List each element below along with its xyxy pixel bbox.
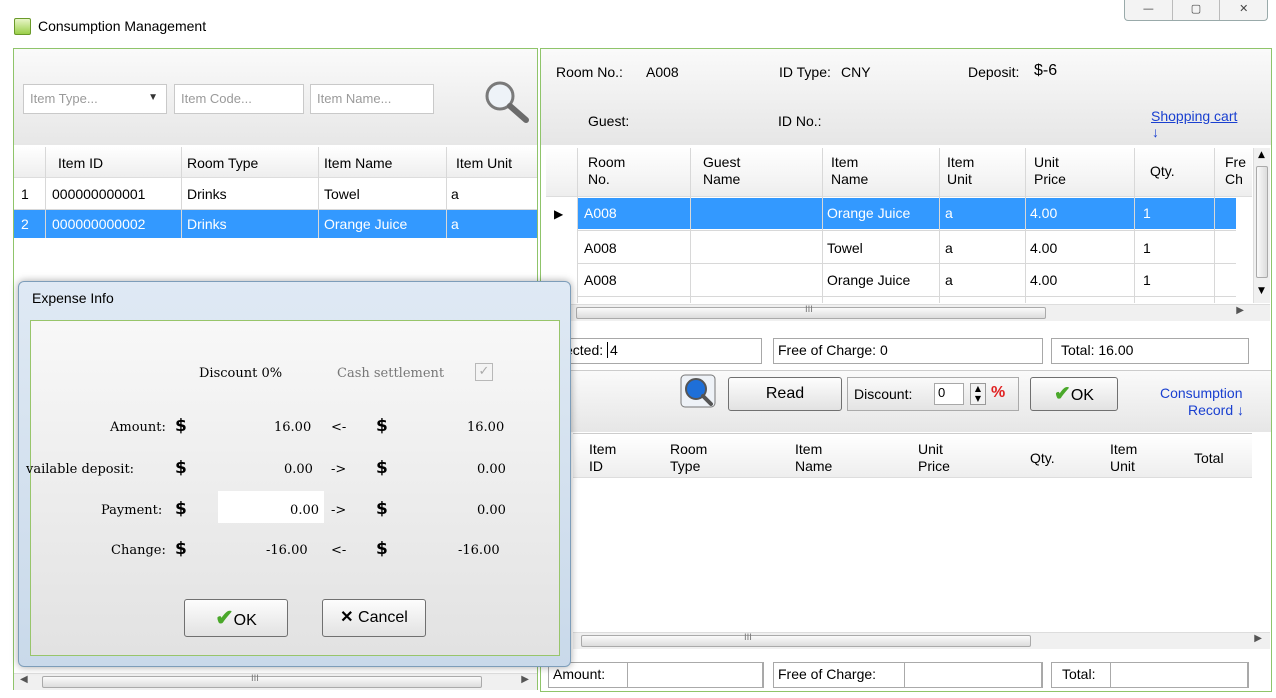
payment-input[interactable]: 0.00 [218,491,324,523]
search-icon[interactable] [482,78,530,124]
table-row[interactable]: 1 000000000001 Drinks Towel a [14,179,537,209]
cart-grid-vscrollbar[interactable]: ▲ ▼ [1253,148,1270,303]
arrow-down-icon: ↓ [1152,124,1159,140]
cash-settlement-checkbox[interactable]: ✓ [475,363,493,381]
scroll-up-icon[interactable]: ▲ [1258,150,1265,160]
room-value: A008 [646,64,679,80]
scroll-right-icon[interactable]: ▶ [1254,633,1262,644]
maximize-icon[interactable]: ▢ [1173,0,1221,20]
col-item-name[interactable]: Item Name [795,441,832,475]
col-item-unit[interactable]: Item Unit [456,155,512,171]
col-room-type[interactable]: Room Type [670,441,707,475]
scroll-down-icon[interactable]: ▼ [1258,286,1265,296]
chevron-down-icon: ▼ [148,92,158,103]
col-item-id[interactable]: Item ID [58,155,103,171]
discount-label: Discount: [854,386,913,402]
table-row[interactable]: A008 Orange Juice a 4.00 1 [577,198,1236,229]
amount-field: Amount: [548,662,764,688]
window-controls: — ▢ ✕ [1124,0,1268,21]
id-type-label: ID Type: [779,64,831,80]
deposit-label: Deposit: [968,64,1020,80]
scroll-left-icon[interactable]: ◀ [20,674,28,685]
id-type-value: CNY [841,64,871,80]
scroll-thumb[interactable]: III [42,674,482,688]
col-qty[interactable]: Qty. [1030,450,1055,466]
table-row[interactable]: A008 Towel a 4.00 1 [577,232,1236,263]
payment-label: Payment: [101,503,163,518]
discount-input[interactable]: 0 [934,383,964,405]
item-grid-hscrollbar[interactable]: ◀ III ▶ [14,673,537,690]
change-converted: -16.00 [458,543,500,558]
scroll-thumb[interactable]: III [576,305,1046,319]
close-icon[interactable]: ✕ [1220,0,1267,20]
cart-grid-hscrollbar[interactable]: III ▶ [546,304,1270,321]
discount-spinner[interactable]: ▲ ▼ [970,383,986,405]
change-value: -16.00 [266,543,308,558]
room-label: Room No.: [556,64,623,80]
cart-total-field: Total: 16.00 [1051,338,1249,364]
ok-button[interactable]: ✔OK [1030,377,1118,411]
search-icon[interactable] [680,374,716,408]
app-icon [14,18,31,35]
cart-grid-header [546,148,1252,197]
change-label: Change: [111,543,166,558]
col-total[interactable]: Total [1194,450,1224,466]
dialog-title: Expense Info [32,290,114,306]
col-unit-price[interactable]: Unit Price [1034,154,1066,188]
col-item-unit[interactable]: Item Unit [947,154,974,188]
id-no-label: ID No.: [778,113,822,129]
dialog-ok-button[interactable]: ✔OK [184,599,288,637]
col-room-no[interactable]: Room No. [588,154,625,188]
checkmark-icon: ✔ [1054,383,1071,405]
shopping-cart-link[interactable]: Shopping cart [1151,108,1237,124]
amount-converted: 16.00 [467,420,505,435]
table-row[interactable]: 2 000000000002 Drinks Orange Juice a [14,210,537,238]
discount-text: Discount 0% [199,366,283,381]
col-item-name[interactable]: Item Name [324,155,392,171]
free-of-charge-field: Free of Charge: 0 [773,338,1043,364]
col-item-unit[interactable]: Item Unit [1110,441,1137,475]
payment-converted: 0.00 [477,503,506,518]
consumption-record-link[interactable]: Consumption [1160,385,1243,401]
read-button[interactable]: Read [728,377,842,411]
scroll-thumb[interactable] [1256,166,1268,278]
col-free-charge[interactable]: Fre Ch [1225,154,1246,188]
dialog-cancel-button[interactable]: ✕ Cancel [322,599,426,637]
percent-label: % [991,384,1006,401]
table-row[interactable]: A008 Orange Juice a 4.00 1 [577,265,1236,296]
deposit-value: 0.00 [284,462,313,477]
discount-group: Discount: 0 ▲ ▼ % [847,377,1019,411]
selected-count-field: ected: 4 [560,338,762,364]
amount-value: 16.00 [274,420,312,435]
window-title: Consumption Management [38,18,207,34]
scroll-right-icon[interactable]: ▶ [1236,305,1244,316]
checkmark-icon: ✔ [215,605,234,630]
minimize-icon[interactable]: — [1125,0,1173,20]
available-deposit-label: vailable deposit: [26,462,135,477]
amount-label: Amount: [110,420,166,435]
col-item-id[interactable]: Item ID [589,441,616,475]
col-room-type[interactable]: Room Type [187,155,258,171]
item-name-input[interactable]: Item Name... [310,84,434,114]
col-item-name[interactable]: Item Name [831,154,868,188]
col-guest-name[interactable]: Guest Name [703,154,740,188]
consumption-record-link-arrow[interactable]: Record ↓ [1188,402,1244,418]
item-code-input[interactable]: Item Code... [174,84,304,114]
col-unit-price[interactable]: Unit Price [918,441,950,475]
guest-label: Guest: [588,113,630,129]
scroll-right-icon[interactable]: ▶ [521,674,529,685]
col-qty[interactable]: Qty. [1150,163,1175,179]
scroll-thumb[interactable]: III [581,633,1031,647]
deposit-converted: 0.00 [477,462,506,477]
record-grid-hscrollbar[interactable]: III ▶ [573,632,1270,649]
close-icon: ✕ [340,609,354,626]
item-type-select[interactable]: Item Type... ▼ [23,84,167,114]
row-pointer-icon: ▶ [554,207,564,221]
record-free-of-charge-field: Free of Charge: [773,662,1043,688]
cash-settlement-label: Cash settlement [337,366,445,381]
record-total-field: Total: [1051,662,1249,688]
deposit-value: $-6 [1034,62,1058,79]
